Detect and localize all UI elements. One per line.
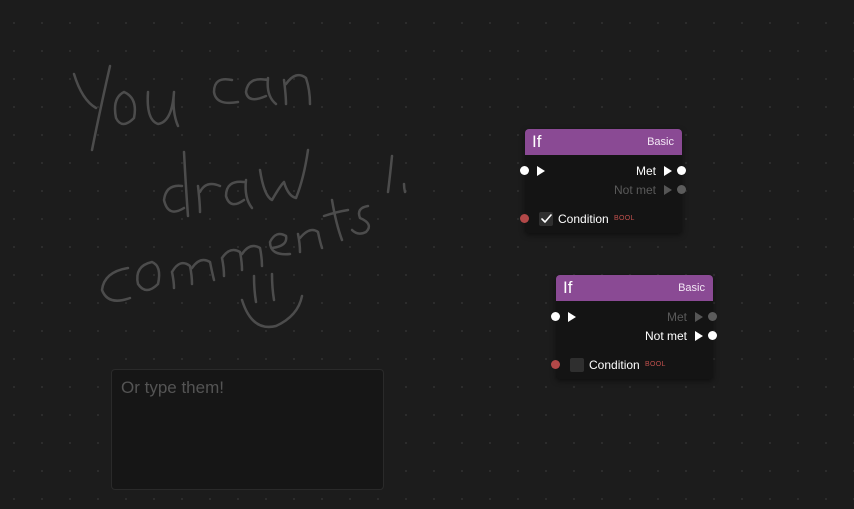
stroke-r1 — [196, 182, 222, 214]
if-node-2[interactable]: If Basic Met Not met Condition BOOL — [551, 275, 717, 379]
comment-textbox[interactable] — [111, 369, 384, 490]
met-out-pin[interactable] — [677, 166, 686, 175]
graph-canvas[interactable]: If Basic Met Not met Condition BOOL — [0, 0, 854, 509]
condition-type-tag: BOOL — [645, 361, 666, 368]
comment-input[interactable] — [121, 378, 374, 481]
condition-in-pin[interactable] — [551, 360, 560, 369]
stroke-c1 — [212, 78, 240, 105]
condition-label: Condition — [589, 358, 640, 372]
stroke-Y — [72, 64, 112, 152]
stroke-u — [146, 90, 180, 128]
met-arrow-icon — [664, 166, 672, 176]
met-label: Met — [666, 310, 687, 324]
condition-row: Condition BOOL — [520, 211, 682, 227]
stroke-o — [113, 90, 137, 126]
condition-checkbox[interactable] — [539, 212, 553, 226]
not-met-arrow-icon — [695, 331, 703, 341]
stroke-n2 — [296, 228, 324, 254]
if-node-1[interactable]: If Basic Met Not met Condition BOOL — [520, 129, 686, 233]
stroke-w1 — [258, 148, 310, 202]
met-arrow-icon — [695, 312, 703, 322]
not-met-out-pin[interactable] — [708, 331, 717, 340]
node-header[interactable]: If Basic — [556, 275, 713, 301]
stroke-t1 — [322, 198, 350, 242]
not-met-out-pin[interactable] — [677, 185, 686, 194]
node-category: Basic — [647, 136, 674, 148]
condition-label: Condition — [558, 212, 609, 226]
not-met-label: Not met — [613, 183, 656, 197]
exec-in-arrow-icon — [568, 312, 576, 322]
stroke-a1 — [244, 76, 278, 106]
stroke-s1 — [350, 204, 371, 235]
stroke-e1 — [268, 232, 292, 256]
exec-row: Met — [520, 163, 686, 179]
exec-in-pin[interactable] — [551, 312, 560, 321]
stroke-n1 — [282, 73, 312, 106]
node-title: If — [532, 132, 542, 151]
stroke-smiley-eyes — [252, 272, 276, 304]
condition-checkbox[interactable] — [570, 358, 584, 372]
stroke-m2 — [220, 244, 264, 278]
not-met-row: Not met — [556, 328, 717, 344]
node-header[interactable]: If Basic — [525, 129, 682, 155]
exec-row: Met — [551, 309, 717, 325]
not-met-label: Not met — [644, 329, 687, 343]
met-label: Met — [635, 164, 656, 178]
not-met-arrow-icon — [664, 185, 672, 195]
exec-in-pin[interactable] — [520, 166, 529, 175]
stroke-m1 — [170, 258, 216, 290]
stroke-smiley-mouth — [240, 294, 304, 329]
stroke-d1 — [162, 150, 190, 218]
checkmark-icon — [540, 214, 552, 223]
exec-in-arrow-icon — [537, 166, 545, 176]
stroke-o2 — [136, 260, 161, 292]
condition-row: Condition BOOL — [551, 357, 713, 373]
condition-type-tag: BOOL — [614, 215, 635, 222]
stroke-a2 — [224, 178, 254, 210]
not-met-row: Not met — [525, 182, 686, 198]
node-category: Basic — [678, 282, 705, 294]
condition-in-pin[interactable] — [520, 214, 529, 223]
met-out-pin[interactable] — [708, 312, 717, 321]
node-title: If — [563, 278, 573, 297]
stroke-excl — [386, 154, 407, 194]
stroke-c2 — [100, 266, 132, 302]
